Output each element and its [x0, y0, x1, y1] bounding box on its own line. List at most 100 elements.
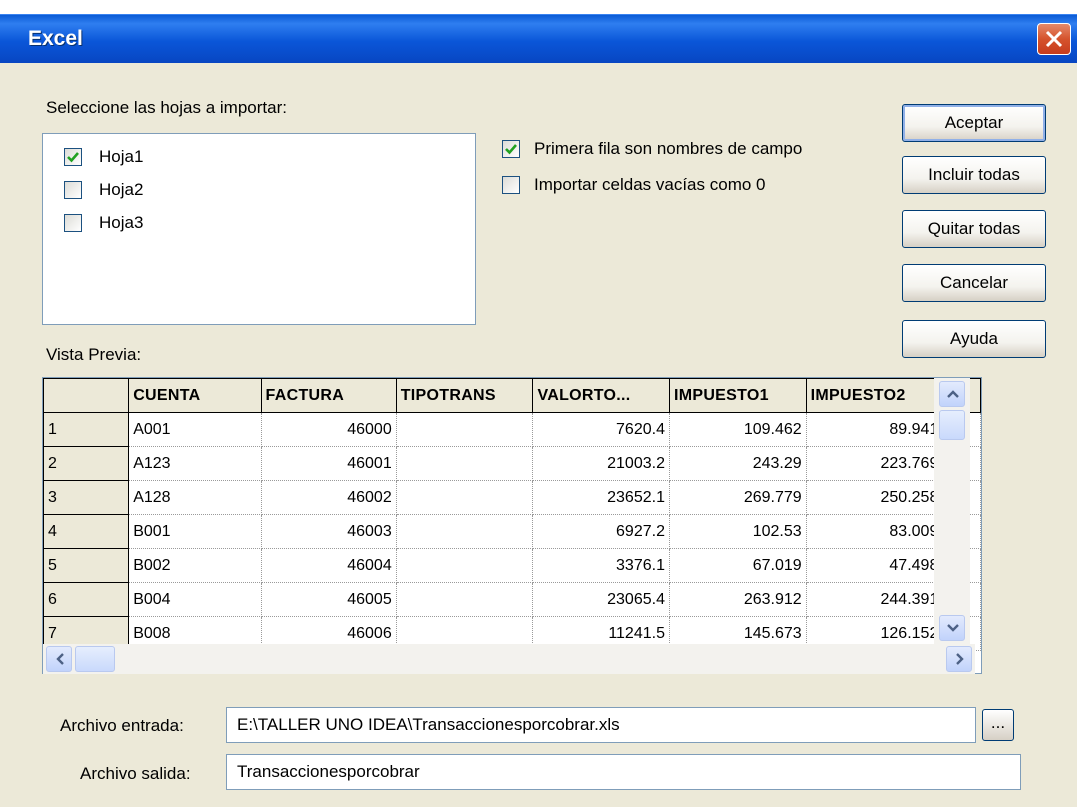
- remove-all-button[interactable]: Quitar todas: [902, 210, 1046, 248]
- scroll-down-button[interactable]: [939, 615, 965, 641]
- first-row-label: Primera fila son nombres de campo: [534, 139, 803, 158]
- scroll-right-button[interactable]: [946, 646, 972, 672]
- check-icon: [505, 144, 517, 155]
- cell-impuesto1: 67.019: [669, 548, 807, 583]
- cell-impuesto2: 83.009: [806, 514, 944, 549]
- scroll-left-button[interactable]: [46, 646, 72, 672]
- first-row-checkbox[interactable]: [502, 140, 520, 158]
- empty-cells-checkbox[interactable]: [502, 176, 520, 194]
- cell-factura: 46000: [261, 412, 397, 447]
- sheet-checkbox-hoja3[interactable]: [64, 214, 82, 232]
- output-file-label: Archivo salida:: [80, 764, 191, 783]
- cancel-button[interactable]: Cancelar: [902, 264, 1046, 302]
- cell-cuenta: B002: [128, 548, 262, 583]
- sheet-label: Hoja3: [99, 213, 144, 232]
- preview-grid[interactable]: CUENTA FACTURA TIPOTRANS VALORTO... IMPU…: [42, 377, 982, 674]
- cell-valor: 23652.1: [532, 480, 670, 515]
- table-row[interactable]: 2 A123 46001 21003.2 243.29 223.769: [43, 446, 981, 481]
- table-row[interactable]: 3 A128 46002 23652.1 269.779 250.258: [43, 480, 981, 515]
- cell-cuenta: A128: [128, 480, 262, 515]
- sheet-label: Hoja1: [99, 147, 144, 166]
- cell-impuesto2: 250.258: [806, 480, 944, 515]
- chevron-left-icon: [56, 653, 64, 665]
- row-number: 6: [43, 582, 130, 617]
- scroll-up-button[interactable]: [939, 381, 965, 407]
- cell-impuesto1: 263.912: [669, 582, 807, 617]
- cell-valor: 3376.1: [532, 548, 670, 583]
- cell-impuesto1: 243.29: [669, 446, 807, 481]
- column-header[interactable]: VALORTO...: [532, 378, 670, 413]
- row-number: 2: [43, 446, 130, 481]
- table-row[interactable]: 1 A001 46000 7620.4 109.462 89.941 I: [43, 412, 981, 447]
- header-row: CUENTA FACTURA TIPOTRANS VALORTO... IMPU…: [43, 378, 981, 413]
- column-header[interactable]: CUENTA: [128, 378, 262, 413]
- table-row[interactable]: 4 B001 46003 6927.2 102.53 83.009 I: [43, 514, 981, 549]
- chevron-right-icon: [956, 653, 964, 665]
- input-file-label: Archivo entrada:: [60, 716, 184, 735]
- row-number: 5: [43, 548, 130, 583]
- cell-impuesto1: 102.53: [669, 514, 807, 549]
- cell-factura: 46001: [261, 446, 397, 481]
- chevron-up-icon: [947, 390, 959, 398]
- vertical-scrollbar[interactable]: [934, 378, 970, 644]
- cell-tipotrans: [396, 582, 534, 617]
- close-button[interactable]: [1037, 23, 1071, 55]
- sheet-label: Hoja2: [99, 180, 144, 199]
- cell-valor: 6927.2: [532, 514, 670, 549]
- table-row[interactable]: 6 B004 46005 23065.4 263.912 244.391: [43, 582, 981, 617]
- horizontal-scroll-thumb[interactable]: [75, 646, 115, 672]
- browse-button[interactable]: ...: [982, 709, 1014, 741]
- cell-cuenta: B001: [128, 514, 262, 549]
- include-all-button[interactable]: Incluir todas: [902, 156, 1046, 194]
- accept-button[interactable]: Aceptar: [902, 104, 1046, 142]
- background-strip: [0, 0, 1077, 14]
- input-file-field[interactable]: E:\TALLER UNO IDEA\Transaccionesporcobra…: [226, 707, 976, 743]
- sheet-checkbox-hoja1[interactable]: [64, 148, 82, 166]
- vertical-scroll-thumb[interactable]: [939, 410, 965, 440]
- cell-factura: 46003: [261, 514, 397, 549]
- output-file-field[interactable]: Transaccionesporcobrar: [226, 754, 1021, 790]
- sheets-label: Seleccione las hojas a importar:: [46, 98, 287, 117]
- cell-impuesto1: 109.462: [669, 412, 807, 447]
- title-bar[interactable]: Excel: [0, 14, 1077, 63]
- help-button[interactable]: Ayuda: [902, 320, 1046, 358]
- column-header[interactable]: IMPUESTO2: [805, 378, 944, 413]
- preview-label: Vista Previa:: [46, 345, 142, 364]
- row-number: 3: [43, 480, 130, 515]
- cell-impuesto2: 89.941: [806, 412, 944, 447]
- cell-factura: 46002: [261, 480, 397, 515]
- sheet-list[interactable]: Hoja1 Hoja2 Hoja3: [42, 133, 476, 325]
- check-icon: [67, 152, 79, 163]
- cell-impuesto1: 269.779: [669, 480, 807, 515]
- table-row[interactable]: 5 B002 46004 3376.1 67.019 47.498: [43, 548, 981, 583]
- window-title: Excel: [28, 27, 83, 50]
- cell-cuenta: A001: [128, 412, 262, 447]
- cell-tipotrans: [396, 446, 534, 481]
- cell-impuesto2: 47.498: [806, 548, 944, 583]
- preview-table: CUENTA FACTURA TIPOTRANS VALORTO... IMPU…: [43, 378, 981, 651]
- cell-valor: 21003.2: [532, 446, 670, 481]
- column-header[interactable]: TIPOTRANS: [395, 378, 534, 413]
- cell-impuesto2: 244.391: [806, 582, 944, 617]
- cell-tipotrans: [396, 480, 534, 515]
- cell-cuenta: A123: [128, 446, 262, 481]
- excel-import-dialog: Excel Seleccione las hojas a importar: H…: [0, 0, 1077, 807]
- cell-cuenta: B004: [128, 582, 262, 617]
- cell-valor: 23065.4: [532, 582, 670, 617]
- cell-tipotrans: [396, 548, 534, 583]
- row-number: 4: [43, 514, 130, 549]
- close-icon: [1045, 30, 1063, 48]
- corner-header: [43, 378, 130, 413]
- empty-cells-label: Importar celdas vacías como 0: [534, 175, 766, 194]
- sheet-checkbox-hoja2[interactable]: [64, 181, 82, 199]
- cell-valor: 7620.4: [532, 412, 670, 447]
- cell-factura: 46004: [261, 548, 397, 583]
- chevron-down-icon: [947, 624, 959, 632]
- column-header[interactable]: FACTURA: [260, 378, 397, 413]
- cell-tipotrans: [396, 412, 534, 447]
- horizontal-scrollbar[interactable]: [43, 644, 975, 674]
- cell-tipotrans: [396, 514, 534, 549]
- column-header[interactable]: IMPUESTO1: [668, 378, 807, 413]
- cell-factura: 46005: [261, 582, 397, 617]
- row-number: 1: [43, 412, 130, 447]
